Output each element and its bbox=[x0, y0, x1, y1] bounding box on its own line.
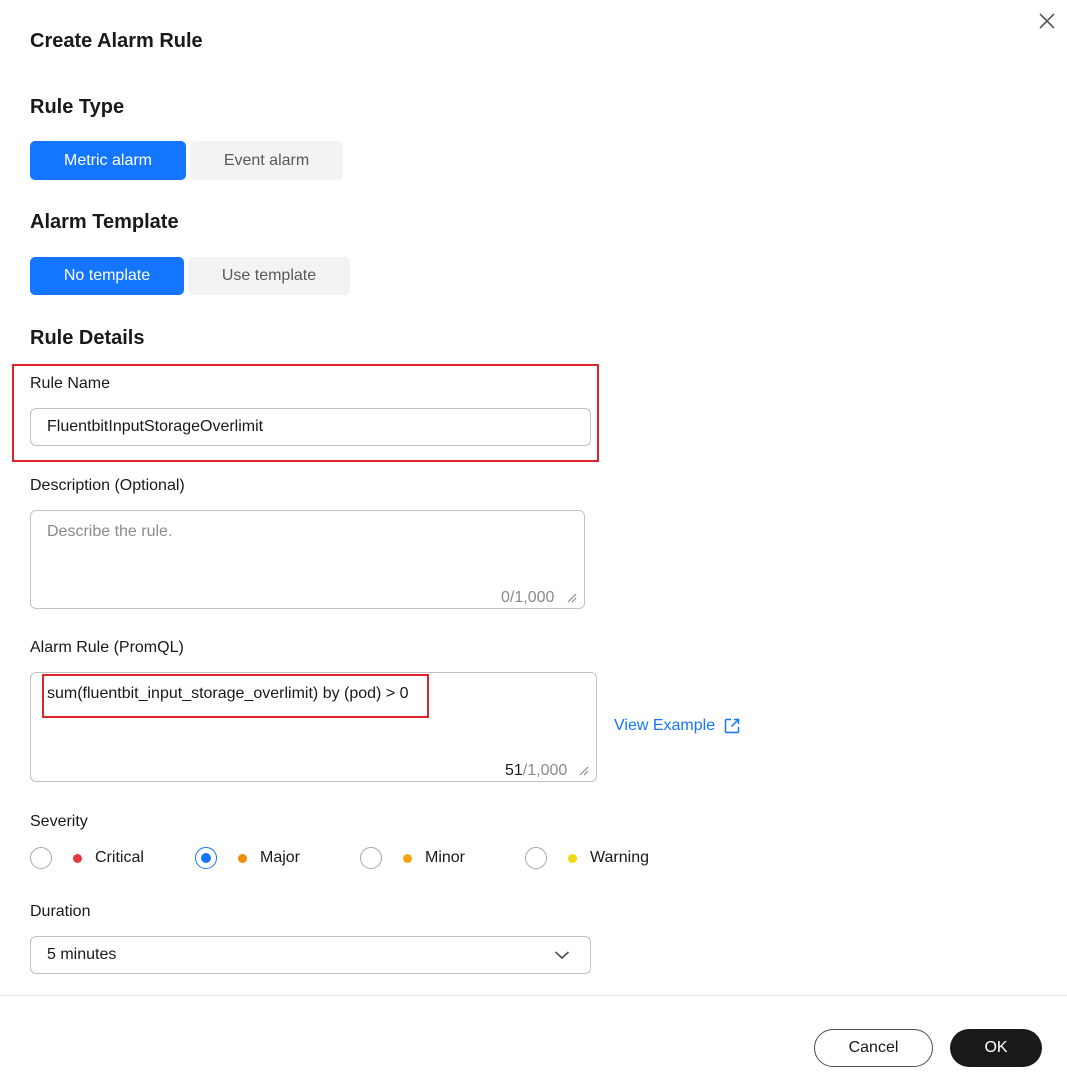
severity-label-minor: Minor bbox=[425, 849, 466, 866]
duration-value: 5 minutes bbox=[47, 946, 117, 963]
major-dot-icon bbox=[238, 853, 247, 863]
description-label: Description (Optional) bbox=[30, 477, 185, 494]
alarm-rule-counter: 51/1,000 bbox=[505, 762, 567, 780]
warning-dot-icon bbox=[568, 853, 577, 863]
description-count: 0 bbox=[501, 589, 510, 606]
rule-type-title: Rule Type bbox=[30, 96, 125, 118]
duration-label: Duration bbox=[30, 903, 91, 920]
rule-name-input[interactable]: FluentbitInputStorageOverlimit bbox=[30, 408, 591, 446]
resize-grip-icon[interactable] bbox=[577, 764, 589, 776]
severity-option-minor[interactable]: Minor bbox=[360, 845, 465, 871]
event-alarm-button[interactable]: Event alarm bbox=[190, 141, 343, 180]
description-max: /1,000 bbox=[509, 589, 555, 606]
radio-icon[interactable] bbox=[30, 847, 52, 869]
dialog-title: Create Alarm Rule bbox=[30, 30, 203, 52]
close-icon[interactable] bbox=[1034, 8, 1060, 34]
severity-label-critical: Critical bbox=[95, 849, 144, 866]
severity-label-warning: Warning bbox=[590, 849, 649, 866]
severity-label-major: Major bbox=[260, 849, 301, 866]
rule-name-label: Rule Name bbox=[30, 375, 111, 392]
rule-name-value: FluentbitInputStorageOverlimit bbox=[47, 418, 264, 435]
view-example-link[interactable]: View Example bbox=[614, 717, 741, 735]
promql-highlight bbox=[42, 674, 429, 718]
ok-button[interactable]: OK bbox=[950, 1029, 1042, 1067]
metric-alarm-button[interactable]: Metric alarm bbox=[30, 141, 186, 180]
critical-dot-icon bbox=[73, 853, 82, 863]
radio-checked-icon[interactable] bbox=[195, 847, 217, 869]
severity-option-major[interactable]: Major bbox=[195, 845, 300, 871]
severity-option-critical[interactable]: Critical bbox=[30, 845, 144, 871]
severity-label: Severity bbox=[30, 813, 88, 830]
alarm-rule-max: /1,000 bbox=[522, 762, 568, 779]
no-template-button[interactable]: No template bbox=[30, 257, 184, 295]
rule-details-title: Rule Details bbox=[30, 327, 145, 349]
description-placeholder: Describe the rule. bbox=[47, 523, 173, 540]
create-alarm-rule-dialog: Create Alarm Rule Rule Type Metric alarm… bbox=[0, 0, 1067, 1091]
resize-grip-icon[interactable] bbox=[565, 591, 577, 603]
severity-option-warning[interactable]: Warning bbox=[525, 845, 649, 871]
alarm-template-title: Alarm Template bbox=[30, 211, 179, 233]
radio-icon[interactable] bbox=[525, 847, 547, 869]
footer-divider bbox=[0, 995, 1067, 996]
alarm-template-segmented: No template Use template bbox=[30, 257, 350, 296]
alarm-rule-label: Alarm Rule (PromQL) bbox=[30, 639, 184, 656]
alarm-rule-count: 51 bbox=[505, 762, 523, 779]
duration-select[interactable]: 5 minutes bbox=[30, 936, 591, 974]
use-template-button[interactable]: Use template bbox=[188, 257, 350, 295]
rule-type-segmented: Metric alarm Event alarm bbox=[30, 141, 343, 180]
description-textarea[interactable]: Describe the rule. 0/1,000 bbox=[30, 510, 585, 609]
radio-icon[interactable] bbox=[360, 847, 382, 869]
cancel-button[interactable]: Cancel bbox=[814, 1029, 933, 1067]
minor-dot-icon bbox=[403, 853, 412, 863]
external-link-icon bbox=[724, 718, 740, 734]
chevron-down-icon bbox=[554, 951, 570, 960]
description-counter: 0/1,000 bbox=[501, 589, 554, 607]
view-example-label: View Example bbox=[614, 717, 716, 734]
